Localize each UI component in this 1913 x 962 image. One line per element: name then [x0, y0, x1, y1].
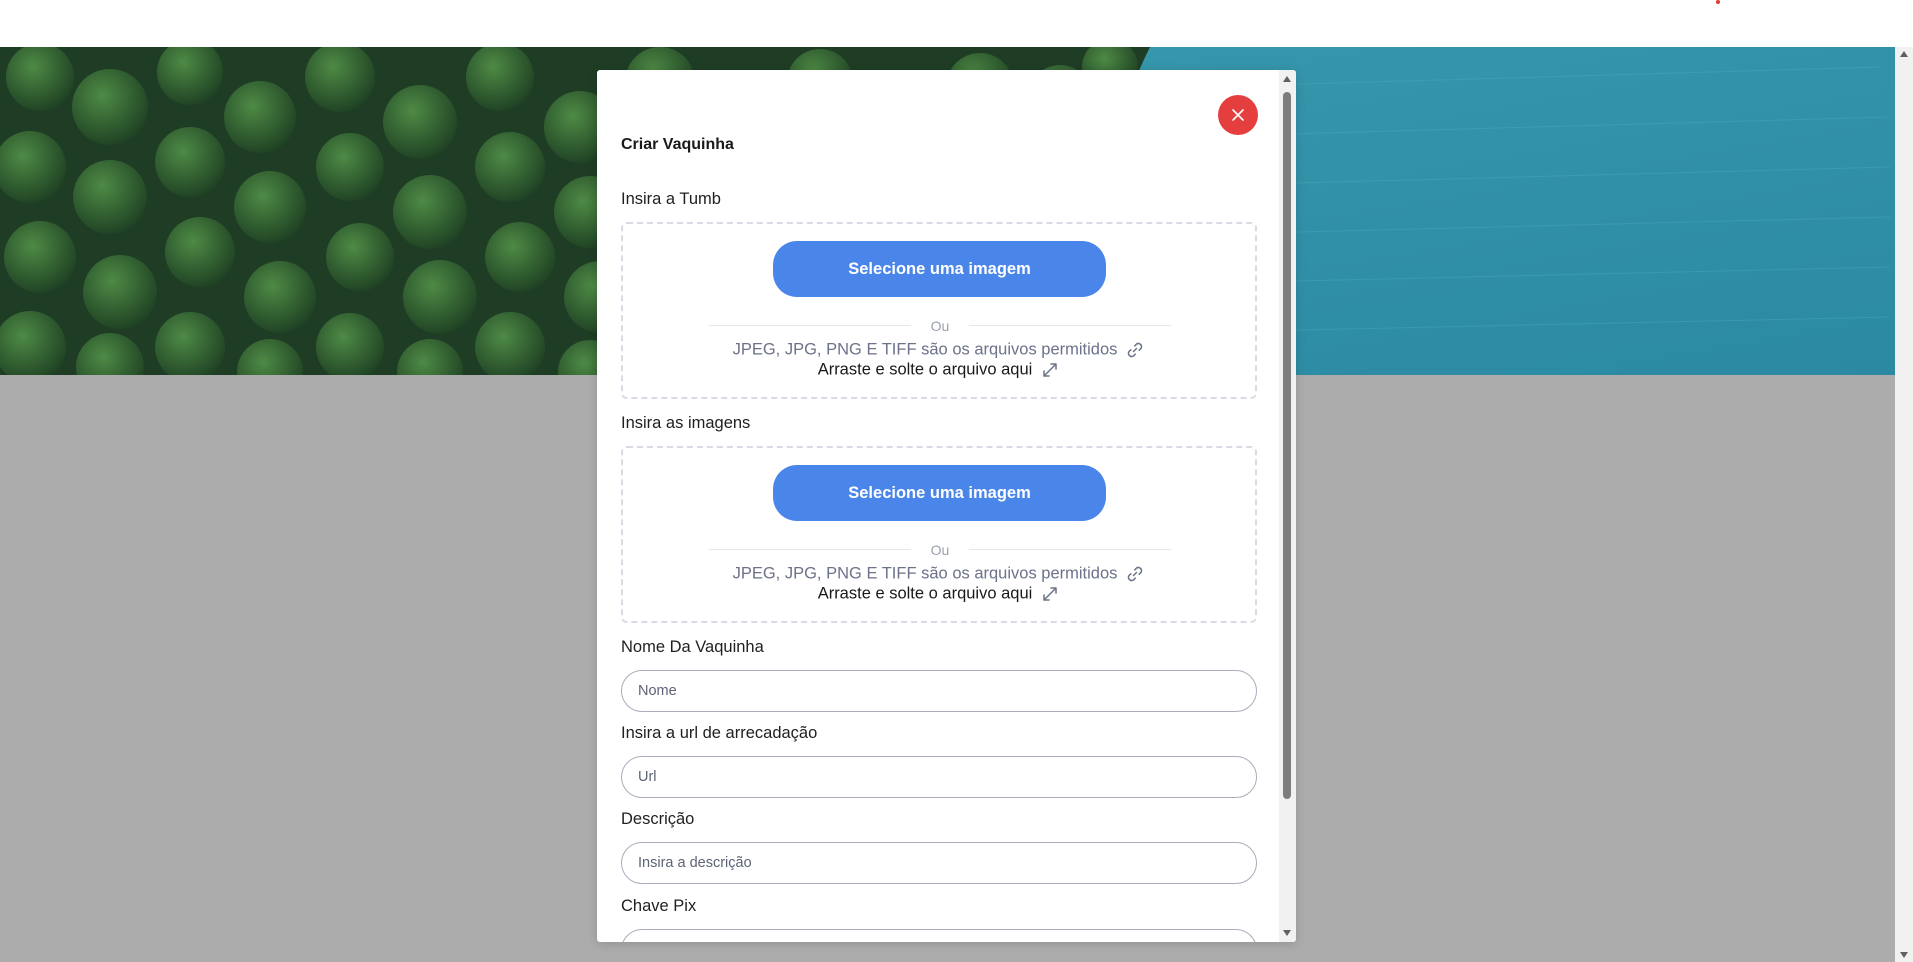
allowed-formats-text: JPEG, JPG, PNG E TIFF são os arquivos pe…: [623, 564, 1255, 584]
link-icon: [1128, 342, 1143, 358]
page-scrollbar[interactable]: [1895, 47, 1913, 962]
close-button[interactable]: [1218, 95, 1258, 135]
drag-drop-label: Arraste e solte o arquivo aqui: [817, 584, 1033, 603]
drag-drop-label: Arraste e solte o arquivo aqui: [817, 360, 1033, 379]
allowed-formats-label: JPEG, JPG, PNG E TIFF são os arquivos pe…: [732, 564, 1118, 583]
pix-key-input[interactable]: [621, 929, 1257, 942]
modal-scrollbar[interactable]: [1279, 70, 1296, 942]
scroll-down-arrow-icon[interactable]: [1283, 930, 1291, 936]
description-label: Descrição: [621, 810, 695, 828]
name-label: Nome Da Vaquinha: [621, 638, 764, 656]
or-text: Ou: [930, 542, 950, 558]
divider-line: [969, 549, 1171, 550]
url-input[interactable]: [621, 756, 1257, 798]
drag-drop-text: Arraste e solte o arquivo aqui: [623, 584, 1255, 604]
allowed-formats-text: JPEG, JPG, PNG E TIFF são os arquivos pe…: [623, 340, 1255, 360]
modal-content: Criar Vaquinha Insira a Tumb Selecione u…: [597, 70, 1279, 942]
images-select-image-button[interactable]: Selecione uma imagem: [773, 465, 1106, 521]
scroll-up-arrow-icon[interactable]: [1900, 51, 1908, 57]
allowed-formats-label: JPEG, JPG, PNG E TIFF são os arquivos pe…: [732, 340, 1118, 359]
close-icon: [1232, 109, 1244, 121]
thumb-dropzone[interactable]: Selecione uma imagem Ou JPEG, JPG, PNG E…: [621, 222, 1257, 399]
thumb-label: Insira a Tumb: [621, 190, 721, 208]
top-bar: [0, 0, 1913, 47]
name-input[interactable]: [621, 670, 1257, 712]
or-divider: Ou: [709, 542, 1171, 558]
drag-drop-text: Arraste e solte o arquivo aqui: [623, 360, 1255, 380]
divider-line: [969, 325, 1171, 326]
scrollbar-thumb[interactable]: [1283, 92, 1291, 799]
expand-icon: [1043, 587, 1058, 601]
images-label: Insira as imagens: [621, 414, 751, 432]
images-dropzone[interactable]: Selecione uma imagem Ou JPEG, JPG, PNG E…: [621, 446, 1257, 623]
scroll-up-arrow-icon[interactable]: [1283, 76, 1291, 82]
modal-title: Criar Vaquinha: [621, 136, 734, 153]
scroll-down-arrow-icon[interactable]: [1900, 952, 1908, 958]
pix-key-label: Chave Pix: [621, 897, 697, 915]
expand-icon: [1043, 363, 1058, 377]
or-text: Ou: [930, 318, 950, 334]
notification-dot: [1716, 0, 1720, 4]
url-label: Insira a url de arrecadação: [621, 724, 818, 742]
or-divider: Ou: [709, 318, 1171, 334]
thumb-select-image-button[interactable]: Selecione uma imagem: [773, 241, 1106, 297]
link-icon: [1128, 566, 1143, 582]
create-vaquinha-modal: Criar Vaquinha Insira a Tumb Selecione u…: [597, 70, 1296, 942]
description-input[interactable]: [621, 842, 1257, 884]
